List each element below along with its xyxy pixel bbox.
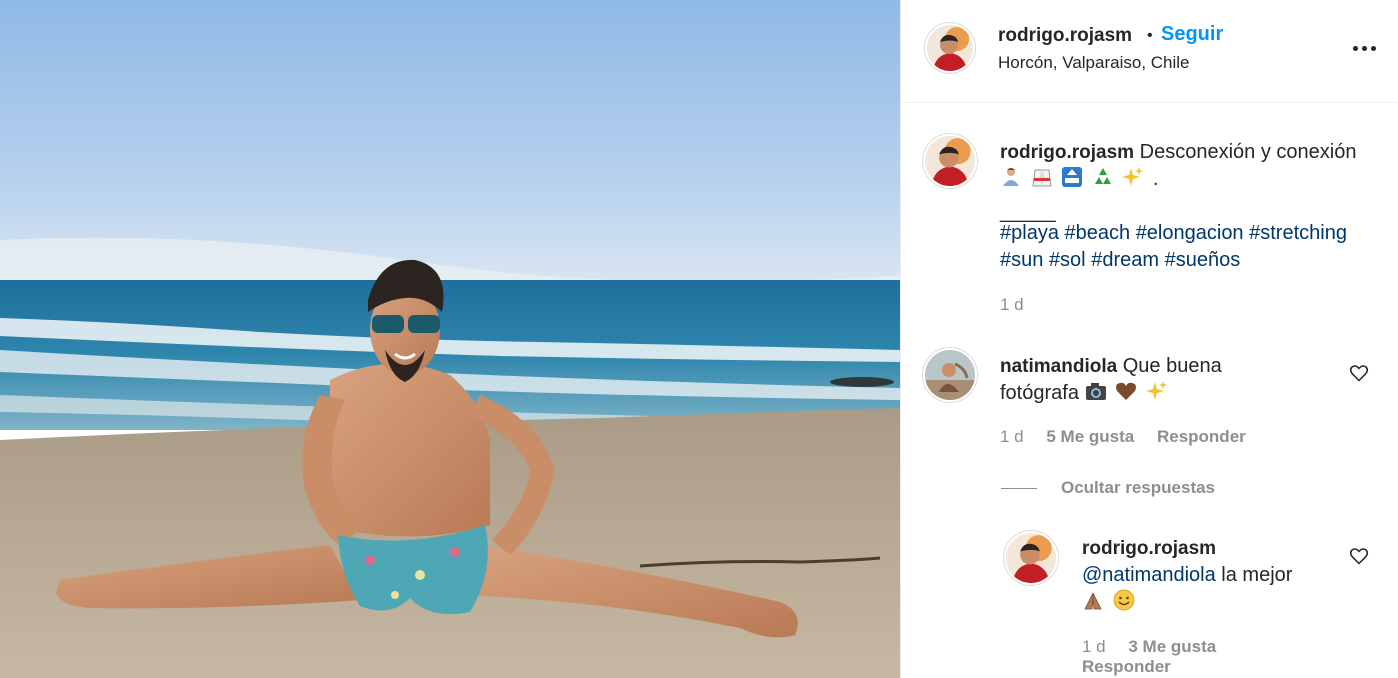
separator-dot: • [1147,27,1153,44]
caption-trailing-period: . [1152,168,1159,190]
martial-arts-uniform-emoji [1031,169,1052,187]
sparkles-emoji [1122,167,1144,186]
reply-timestamp[interactable]: 1 d [1082,637,1106,656]
beach-photo [0,0,900,678]
comment-text-line2: fotógrafa [1000,382,1079,404]
caption-text: Desconexión y conexión [1139,141,1357,163]
profile-picture-icon [925,350,975,400]
comment-likes[interactable]: 5 Me gusta [1046,427,1134,446]
camera-emoji [1085,383,1106,400]
top-arrow-emoji [1062,167,1083,187]
caption-hashtags: #playa #beach #elongacion #stretching #s… [1000,220,1390,274]
post-author-username[interactable]: rodrigo.rojasm [998,25,1132,47]
comment-username[interactable]: natimandiola [1000,356,1117,377]
profile-picture-icon [1006,533,1056,583]
caption: rodrigo.rojasm Desconexión y conexión . [1000,139,1380,193]
hashtag-beach[interactable]: #beach [1065,222,1131,244]
folded-hands-emoji [1084,592,1102,610]
like-comment-heart-icon[interactable] [1349,363,1369,383]
hashtag-suenos[interactable]: #sueños [1165,249,1241,271]
hide-replies-button[interactable]: Ocultar respuestas [1061,478,1215,498]
post-side-panel: rodrigo.rojasm • Seguir Horcón, Valparai… [900,0,1398,678]
caption-emojis [1000,167,1153,190]
hashtag-elongacion[interactable]: #elongacion [1136,222,1244,244]
brown-heart-emoji [1116,382,1137,400]
post-header: rodrigo.rojasm • Seguir Horcón, Valparai… [901,0,1398,103]
profile-picture-icon [925,136,975,186]
like-reply-heart-icon[interactable] [1349,546,1369,566]
reply-meta: 1 d 3 Me gusta Responder [1082,637,1234,677]
caption-avatar[interactable] [925,136,975,186]
reply-emojis [1082,589,1138,613]
hashtag-stretching[interactable]: #stretching [1249,222,1347,244]
comments-section[interactable]: rodrigo.rojasm Desconexión y conexión . … [901,103,1398,678]
reply-reply-button[interactable]: Responder [1082,657,1171,676]
profile-picture-icon [927,25,973,71]
hashtag-dream[interactable]: #dream [1091,249,1159,271]
hashtag-sun[interactable]: #sun [1000,249,1043,271]
comment-emojis [1085,381,1171,404]
caption-username[interactable]: rodrigo.rojasm [1000,142,1134,163]
reply: rodrigo.rojasm @natimandiola la mejor [1082,535,1342,616]
post-photo[interactable] [0,0,900,678]
comment-timestamp[interactable]: 1 d [1000,427,1024,446]
recycling-emoji [1094,168,1111,184]
reply-mention[interactable]: @natimandiola [1082,564,1216,586]
hashtag-playa[interactable]: #playa [1000,222,1059,244]
man-meditating-emoji [1003,168,1019,186]
post-location[interactable]: Horcón, Valparaiso, Chile [998,53,1190,73]
comment-reply-button[interactable]: Responder [1157,427,1246,446]
smiling-face-emoji [1113,589,1135,611]
comment-meta: 1 d 5 Me gusta Responder [1000,427,1264,447]
comment-text-line1: Que buena [1122,355,1222,377]
caption-timestamp[interactable]: 1 d [1000,295,1024,315]
hide-replies-divider [1001,488,1037,489]
comment-avatar[interactable] [925,350,975,400]
reply-likes[interactable]: 3 Me gusta [1128,637,1216,656]
reply-username[interactable]: rodrigo.rojasm [1082,538,1216,559]
reply-avatar[interactable] [1006,533,1056,583]
reply-text: la mejor [1221,564,1293,586]
avatar[interactable] [927,25,973,71]
hashtag-sol[interactable]: #sol [1049,249,1086,271]
sparkles-emoji [1145,381,1167,400]
post-viewer: rodrigo.rojasm • Seguir Horcón, Valparai… [0,0,1398,678]
more-options-icon[interactable] [1351,38,1379,58]
comment: natimandiola Que buena fotógrafa [1000,353,1340,407]
follow-button[interactable]: Seguir [1161,23,1223,46]
